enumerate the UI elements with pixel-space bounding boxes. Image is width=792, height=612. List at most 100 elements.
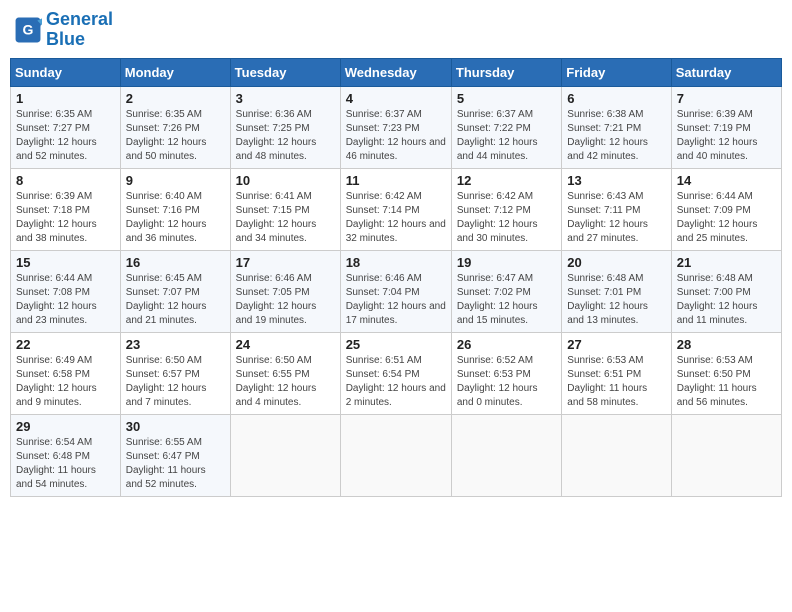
day-number: 13: [567, 173, 665, 188]
calendar-cell: 9 Sunrise: 6:40 AM Sunset: 7:16 PM Dayli…: [120, 168, 230, 250]
calendar-week-5: 29 Sunrise: 6:54 AM Sunset: 6:48 PM Dayl…: [11, 414, 782, 496]
day-info: Sunrise: 6:47 AM Sunset: 7:02 PM Dayligh…: [457, 272, 556, 328]
day-number: 27: [567, 337, 665, 352]
day-info: Sunrise: 6:40 AM Sunset: 7:16 PM Dayligh…: [126, 190, 225, 246]
calendar-cell: 4 Sunrise: 6:37 AM Sunset: 7:23 PM Dayli…: [340, 86, 451, 168]
calendar-cell: 24 Sunrise: 6:50 AM Sunset: 6:55 PM Dayl…: [230, 332, 340, 414]
day-info: Sunrise: 6:48 AM Sunset: 7:01 PM Dayligh…: [567, 272, 665, 328]
day-info: Sunrise: 6:37 AM Sunset: 7:23 PM Dayligh…: [346, 108, 446, 164]
calendar-cell: 19 Sunrise: 6:47 AM Sunset: 7:02 PM Dayl…: [451, 250, 561, 332]
calendar-cell: 21 Sunrise: 6:48 AM Sunset: 7:00 PM Dayl…: [671, 250, 781, 332]
day-number: 28: [677, 337, 776, 352]
day-number: 1: [16, 91, 115, 106]
calendar-cell: 7 Sunrise: 6:39 AM Sunset: 7:19 PM Dayli…: [671, 86, 781, 168]
calendar-cell: [451, 414, 561, 496]
day-number: 21: [677, 255, 776, 270]
day-number: 30: [126, 419, 225, 434]
header-sunday: Sunday: [11, 58, 121, 86]
day-info: Sunrise: 6:54 AM Sunset: 6:48 PM Dayligh…: [16, 436, 115, 492]
day-info: Sunrise: 6:39 AM Sunset: 7:18 PM Dayligh…: [16, 190, 115, 246]
day-number: 10: [236, 173, 335, 188]
day-info: Sunrise: 6:35 AM Sunset: 7:26 PM Dayligh…: [126, 108, 225, 164]
page-header: G General Blue: [10, 10, 782, 50]
day-info: Sunrise: 6:37 AM Sunset: 7:22 PM Dayligh…: [457, 108, 556, 164]
day-number: 20: [567, 255, 665, 270]
day-number: 17: [236, 255, 335, 270]
calendar-cell: [671, 414, 781, 496]
day-info: Sunrise: 6:44 AM Sunset: 7:09 PM Dayligh…: [677, 190, 776, 246]
calendar-cell: 17 Sunrise: 6:46 AM Sunset: 7:05 PM Dayl…: [230, 250, 340, 332]
day-number: 22: [16, 337, 115, 352]
header-saturday: Saturday: [671, 58, 781, 86]
day-number: 8: [16, 173, 115, 188]
day-info: Sunrise: 6:51 AM Sunset: 6:54 PM Dayligh…: [346, 354, 446, 410]
day-info: Sunrise: 6:48 AM Sunset: 7:00 PM Dayligh…: [677, 272, 776, 328]
calendar-cell: 2 Sunrise: 6:35 AM Sunset: 7:26 PM Dayli…: [120, 86, 230, 168]
calendar-cell: 29 Sunrise: 6:54 AM Sunset: 6:48 PM Dayl…: [11, 414, 121, 496]
day-info: Sunrise: 6:52 AM Sunset: 6:53 PM Dayligh…: [457, 354, 556, 410]
calendar-cell: 20 Sunrise: 6:48 AM Sunset: 7:01 PM Dayl…: [562, 250, 671, 332]
calendar-cell: 3 Sunrise: 6:36 AM Sunset: 7:25 PM Dayli…: [230, 86, 340, 168]
day-number: 5: [457, 91, 556, 106]
header-thursday: Thursday: [451, 58, 561, 86]
calendar-header-row: SundayMondayTuesdayWednesdayThursdayFrid…: [11, 58, 782, 86]
calendar-cell: 8 Sunrise: 6:39 AM Sunset: 7:18 PM Dayli…: [11, 168, 121, 250]
calendar-cell: 1 Sunrise: 6:35 AM Sunset: 7:27 PM Dayli…: [11, 86, 121, 168]
day-number: 11: [346, 173, 446, 188]
day-info: Sunrise: 6:49 AM Sunset: 6:58 PM Dayligh…: [16, 354, 115, 410]
day-info: Sunrise: 6:53 AM Sunset: 6:50 PM Dayligh…: [677, 354, 776, 410]
day-number: 15: [16, 255, 115, 270]
day-info: Sunrise: 6:46 AM Sunset: 7:04 PM Dayligh…: [346, 272, 446, 328]
day-info: Sunrise: 6:39 AM Sunset: 7:19 PM Dayligh…: [677, 108, 776, 164]
day-number: 3: [236, 91, 335, 106]
calendar-cell: [230, 414, 340, 496]
calendar-cell: 27 Sunrise: 6:53 AM Sunset: 6:51 PM Dayl…: [562, 332, 671, 414]
calendar-table: SundayMondayTuesdayWednesdayThursdayFrid…: [10, 58, 782, 497]
day-number: 6: [567, 91, 665, 106]
day-info: Sunrise: 6:43 AM Sunset: 7:11 PM Dayligh…: [567, 190, 665, 246]
calendar-cell: 14 Sunrise: 6:44 AM Sunset: 7:09 PM Dayl…: [671, 168, 781, 250]
calendar-cell: 25 Sunrise: 6:51 AM Sunset: 6:54 PM Dayl…: [340, 332, 451, 414]
day-number: 12: [457, 173, 556, 188]
day-info: Sunrise: 6:46 AM Sunset: 7:05 PM Dayligh…: [236, 272, 335, 328]
day-number: 18: [346, 255, 446, 270]
calendar-cell: 11 Sunrise: 6:42 AM Sunset: 7:14 PM Dayl…: [340, 168, 451, 250]
calendar-cell: 22 Sunrise: 6:49 AM Sunset: 6:58 PM Dayl…: [11, 332, 121, 414]
day-info: Sunrise: 6:45 AM Sunset: 7:07 PM Dayligh…: [126, 272, 225, 328]
day-info: Sunrise: 6:36 AM Sunset: 7:25 PM Dayligh…: [236, 108, 335, 164]
calendar-week-2: 8 Sunrise: 6:39 AM Sunset: 7:18 PM Dayli…: [11, 168, 782, 250]
logo-text: General Blue: [46, 10, 113, 50]
calendar-week-3: 15 Sunrise: 6:44 AM Sunset: 7:08 PM Dayl…: [11, 250, 782, 332]
day-number: 7: [677, 91, 776, 106]
day-info: Sunrise: 6:42 AM Sunset: 7:14 PM Dayligh…: [346, 190, 446, 246]
header-tuesday: Tuesday: [230, 58, 340, 86]
day-info: Sunrise: 6:42 AM Sunset: 7:12 PM Dayligh…: [457, 190, 556, 246]
calendar-cell: 6 Sunrise: 6:38 AM Sunset: 7:21 PM Dayli…: [562, 86, 671, 168]
day-number: 29: [16, 419, 115, 434]
calendar-week-1: 1 Sunrise: 6:35 AM Sunset: 7:27 PM Dayli…: [11, 86, 782, 168]
calendar-cell: 26 Sunrise: 6:52 AM Sunset: 6:53 PM Dayl…: [451, 332, 561, 414]
calendar-cell: 30 Sunrise: 6:55 AM Sunset: 6:47 PM Dayl…: [120, 414, 230, 496]
calendar-cell: [340, 414, 451, 496]
header-monday: Monday: [120, 58, 230, 86]
day-number: 16: [126, 255, 225, 270]
header-wednesday: Wednesday: [340, 58, 451, 86]
day-info: Sunrise: 6:50 AM Sunset: 6:55 PM Dayligh…: [236, 354, 335, 410]
day-number: 9: [126, 173, 225, 188]
calendar-cell: 18 Sunrise: 6:46 AM Sunset: 7:04 PM Dayl…: [340, 250, 451, 332]
day-number: 25: [346, 337, 446, 352]
calendar-cell: 12 Sunrise: 6:42 AM Sunset: 7:12 PM Dayl…: [451, 168, 561, 250]
calendar-cell: 13 Sunrise: 6:43 AM Sunset: 7:11 PM Dayl…: [562, 168, 671, 250]
day-number: 2: [126, 91, 225, 106]
day-info: Sunrise: 6:55 AM Sunset: 6:47 PM Dayligh…: [126, 436, 225, 492]
header-friday: Friday: [562, 58, 671, 86]
day-info: Sunrise: 6:50 AM Sunset: 6:57 PM Dayligh…: [126, 354, 225, 410]
day-number: 26: [457, 337, 556, 352]
calendar-cell: 23 Sunrise: 6:50 AM Sunset: 6:57 PM Dayl…: [120, 332, 230, 414]
logo-icon: G: [14, 16, 42, 44]
day-number: 4: [346, 91, 446, 106]
day-number: 14: [677, 173, 776, 188]
day-info: Sunrise: 6:41 AM Sunset: 7:15 PM Dayligh…: [236, 190, 335, 246]
day-number: 24: [236, 337, 335, 352]
day-number: 19: [457, 255, 556, 270]
